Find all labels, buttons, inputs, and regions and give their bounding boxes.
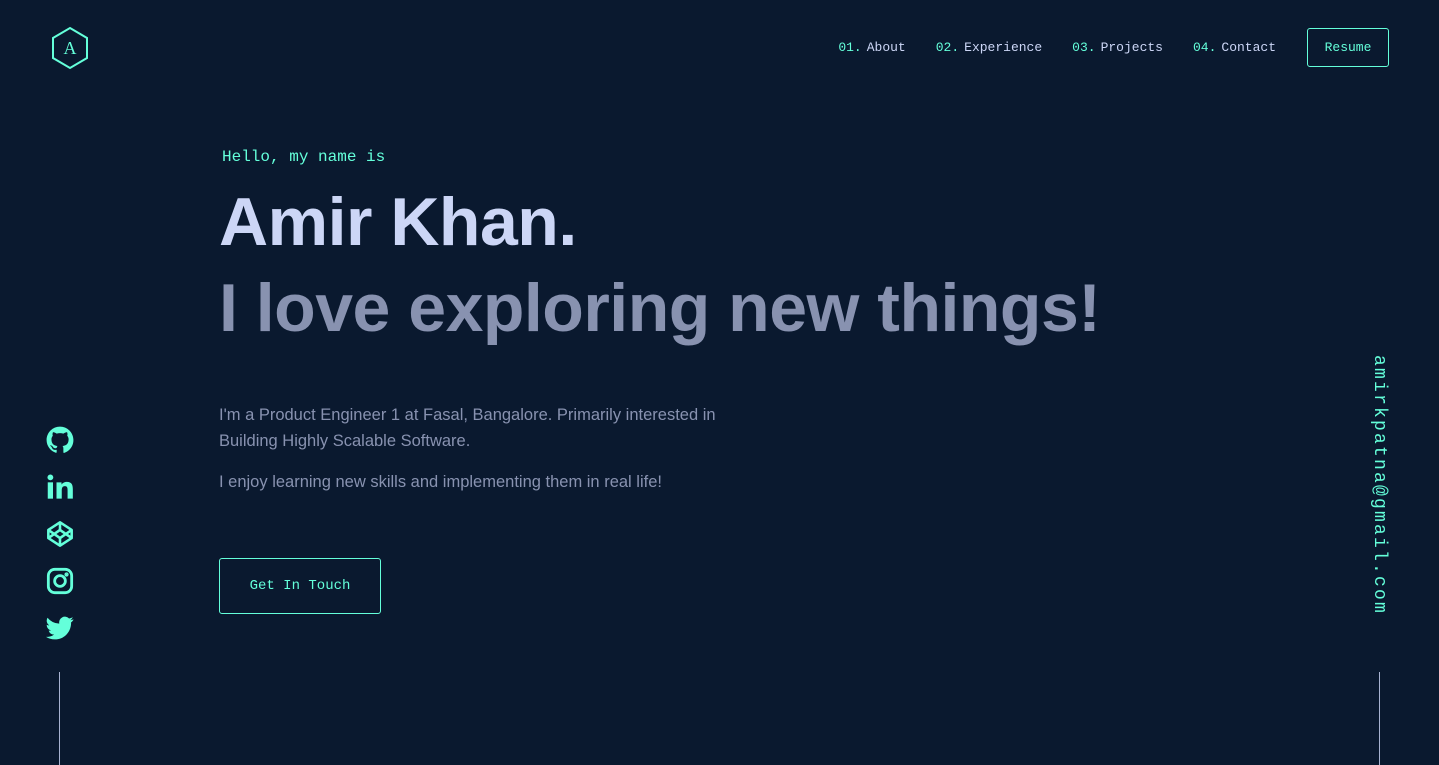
nav-number: 02. [935, 40, 960, 55]
linkedin-icon [47, 474, 73, 499]
twitter-icon [46, 616, 74, 640]
nav-item-contact[interactable]: 04. Contact [1193, 40, 1276, 55]
hero-greeting: Hello, my name is [222, 148, 386, 166]
codepen-link[interactable] [46, 520, 74, 548]
nav-label: Contact [1221, 40, 1276, 55]
nav-label: Experience [964, 40, 1043, 55]
nav-item-projects[interactable]: 03. Projects [1072, 40, 1163, 55]
svg-text:A: A [64, 38, 77, 58]
codepen-icon [47, 521, 73, 547]
hero-name: Amir Khan. [219, 184, 577, 260]
right-divider-line [1379, 672, 1380, 765]
github-icon [46, 426, 74, 453]
hero-description-paragraph: I enjoy learning new skills and implemen… [219, 473, 662, 491]
nav-label: Projects [1100, 40, 1163, 55]
linkedin-link[interactable] [46, 473, 74, 501]
github-link[interactable] [46, 426, 74, 454]
nav-item-about[interactable]: 01. About [838, 40, 905, 55]
logo-hexagon-icon: A [52, 26, 88, 70]
main-nav: 01. About 02. Experience 03. Projects 04. Co… [838, 28, 1389, 67]
resume-button[interactable]: Resume [1307, 28, 1389, 67]
twitter-link[interactable] [46, 614, 74, 642]
nav-number: 04. [1192, 40, 1217, 55]
nav-item-experience[interactable]: 02. Experience [936, 40, 1042, 55]
nav-label: About [866, 40, 906, 55]
social-links [46, 426, 74, 661]
hero-tagline: I love exploring new things! [219, 270, 1101, 346]
hero-description: I'm a Product Engineer 1 at Fasal, Banga… [219, 402, 739, 495]
left-divider-line [59, 672, 60, 765]
instagram-link[interactable] [46, 567, 74, 595]
nav-number: 03. [1072, 40, 1096, 55]
nav-number: 01. [838, 40, 862, 55]
hero-section: Hello, my name is Amir Khan. I love expl… [219, 146, 1219, 495]
get-in-touch-button[interactable]: Get In Touch [219, 558, 381, 614]
email-link[interactable]: amirkpatna@gmail.com [1369, 355, 1389, 615]
logo[interactable]: A [50, 26, 90, 70]
instagram-icon [46, 567, 74, 595]
hero-description-paragraph: I'm a Product Engineer 1 at Fasal, Banga… [219, 406, 716, 450]
